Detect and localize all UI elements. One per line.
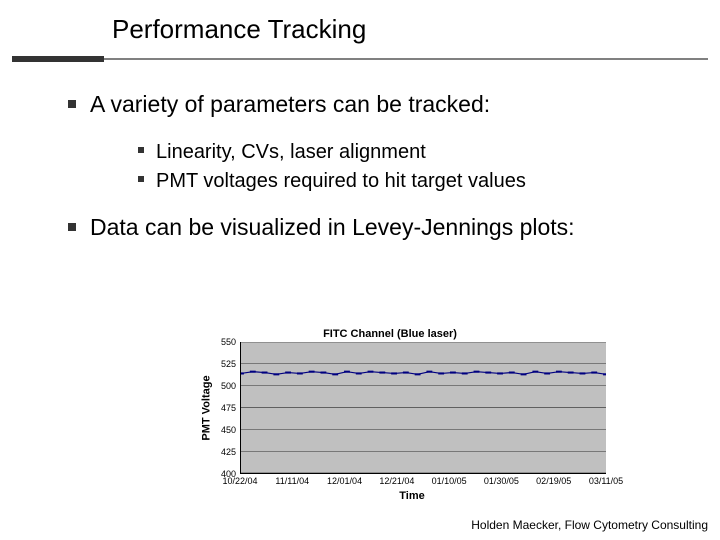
levey-jennings-chart: FITC Channel (Blue laser) PMT Voltage 40… xyxy=(170,328,610,498)
bullet-text: PMT voltages required to hit target valu… xyxy=(156,168,526,195)
body-text: A variety of parameters can be tracked: … xyxy=(68,90,678,256)
bullet-level2: PMT voltages required to hit target valu… xyxy=(138,168,678,195)
square-bullet-icon xyxy=(68,223,76,231)
title-rule-accent xyxy=(12,56,104,62)
chart-yticks: 400425450475500525550 xyxy=(214,342,238,474)
title-rule xyxy=(104,58,708,60)
chart-svg xyxy=(241,342,606,473)
bullet-text: A variety of parameters can be tracked: xyxy=(90,90,490,119)
chart-ylabel: PMT Voltage xyxy=(201,375,213,440)
bullet-text: Linearity, CVs, laser alignment xyxy=(156,139,426,166)
bullet-text: Data can be visualized in Levey-Jennings… xyxy=(90,213,575,242)
slide-title: Performance Tracking xyxy=(112,14,366,45)
bullet-level2: Linearity, CVs, laser alignment xyxy=(138,139,678,166)
footer-credit: Holden Maecker, Flow Cytometry Consultin… xyxy=(471,518,708,532)
bullet-level1: Data can be visualized in Levey-Jennings… xyxy=(68,213,678,256)
chart-title: FITC Channel (Blue laser) xyxy=(170,328,610,340)
chart-area: PMT Voltage 400425450475500525550 xyxy=(214,342,606,474)
slide: Performance Tracking A variety of parame… xyxy=(0,0,720,540)
chart-xticks: 10/22/0411/11/0412/01/0412/21/0401/10/05… xyxy=(240,476,606,490)
bullet-level1: A variety of parameters can be tracked: xyxy=(68,90,678,133)
square-bullet-icon xyxy=(138,176,144,182)
chart-xlabel: Time xyxy=(214,490,610,502)
square-bullet-icon xyxy=(68,100,76,108)
sub-bullet-list: Linearity, CVs, laser alignment PMT volt… xyxy=(138,139,678,195)
square-bullet-icon xyxy=(138,147,144,153)
chart-plot xyxy=(240,342,606,474)
